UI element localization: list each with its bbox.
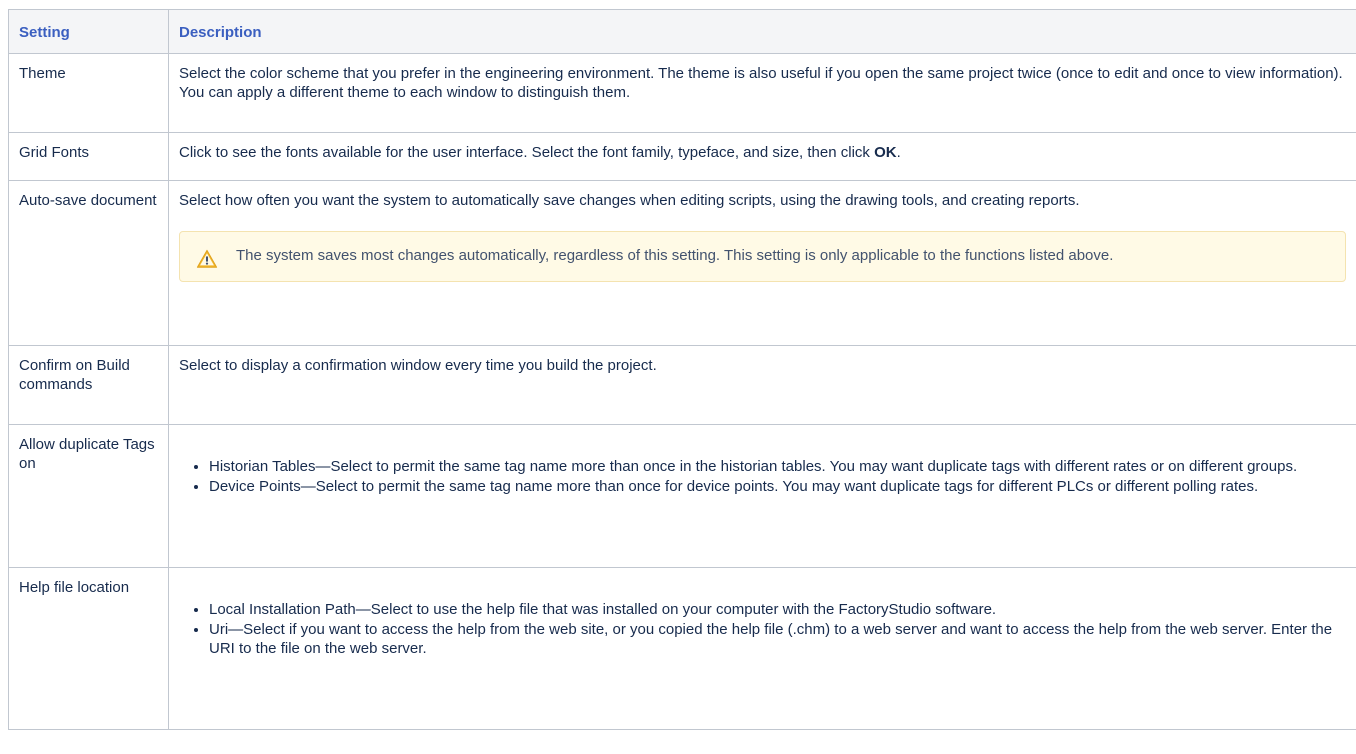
setting-description: Local Installation Path—Select to use th…: [168, 567, 1356, 730]
bullet-list: Historian Tables—Select to permit the sa…: [179, 457, 1346, 496]
setting-description: Select the color scheme that you prefer …: [168, 53, 1356, 133]
table-row: Allow duplicate Tags on Historian Tables…: [8, 424, 1356, 568]
setting-name: Theme: [8, 53, 169, 133]
list-item: Historian Tables—Select to permit the sa…: [209, 457, 1346, 476]
table-row: Confirm on Build commands Select to disp…: [8, 345, 1356, 425]
column-header-setting: Setting: [8, 9, 169, 54]
description-text: Click to see the fonts available for the…: [179, 143, 1346, 162]
table-row: Help file location Local Installation Pa…: [8, 567, 1356, 730]
setting-description: Historian Tables—Select to permit the sa…: [168, 424, 1356, 568]
list-item: Uri—Select if you want to access the hel…: [209, 620, 1346, 658]
description-text: Select how often you want the system to …: [179, 192, 1080, 209]
description-text: Select the color scheme that you prefer …: [179, 65, 1343, 101]
setting-description: Select to display a confirmation window …: [168, 345, 1356, 425]
list-item: Device Points—Select to permit the same …: [209, 477, 1346, 496]
bullet-list: Local Installation Path—Select to use th…: [179, 600, 1346, 658]
settings-table: Setting Description Theme Select the col…: [8, 9, 1356, 730]
setting-description: Click to see the fonts available for the…: [168, 132, 1356, 181]
setting-name: Grid Fonts: [8, 132, 169, 181]
description-text: Select to display a confirmation window …: [179, 357, 657, 374]
warning-text: The system saves most changes automatica…: [236, 247, 1114, 264]
table-row: Theme Select the color scheme that you p…: [8, 53, 1356, 133]
setting-description: Select how often you want the system to …: [168, 180, 1356, 346]
description-text-part: Click to see the fonts available for the…: [179, 144, 875, 161]
table-header-row: Setting Description: [8, 9, 1356, 54]
warning-panel: The system saves most changes automatica…: [179, 231, 1346, 282]
table-row: Grid Fonts Click to see the fonts availa…: [8, 132, 1356, 181]
setting-name: Help file location: [8, 567, 169, 730]
setting-name: Allow duplicate Tags on: [8, 424, 169, 568]
list-item: Local Installation Path—Select to use th…: [209, 600, 1346, 619]
setting-name: Auto-save document: [8, 180, 169, 346]
setting-name: Confirm on Build commands: [8, 345, 169, 425]
column-header-description: Description: [168, 9, 1356, 54]
description-text-end: .: [896, 144, 901, 161]
table-row: Auto-save document Select how often you …: [8, 180, 1356, 346]
warning-icon: [196, 249, 218, 268]
ok-label: OK: [874, 144, 897, 161]
